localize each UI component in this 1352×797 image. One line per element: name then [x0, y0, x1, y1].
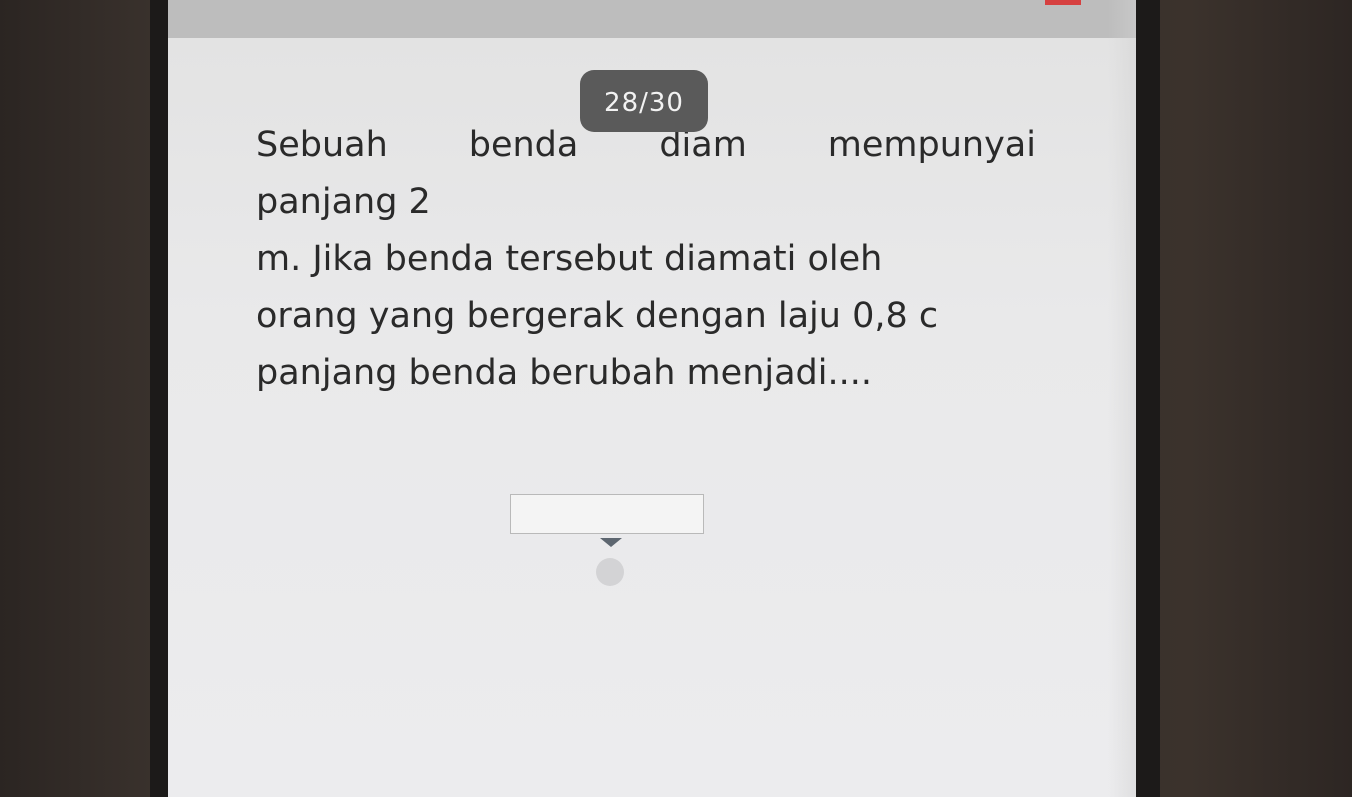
- dropdown-caret-icon[interactable]: [600, 538, 622, 547]
- screen-edge: [1108, 0, 1136, 797]
- question-line-3: m. Jika benda tersebut diamati oleh: [256, 239, 883, 279]
- cursor-dot-icon: [596, 558, 624, 586]
- status-indicator: [1045, 0, 1081, 5]
- status-bar: [168, 0, 1136, 38]
- question-line-4: orang yang bergerak dengan laju 0,8 c: [256, 296, 939, 336]
- question-progress-text: 28/30: [604, 88, 684, 118]
- question-line-2: panjang 2: [256, 182, 431, 222]
- question-word: mempunyai: [827, 125, 1036, 165]
- answer-input[interactable]: [510, 494, 704, 534]
- question-word: benda: [468, 125, 579, 165]
- question-line-5: panjang benda berubah menjadi....: [256, 353, 872, 393]
- question-progress-badge: 28/30: [580, 70, 708, 132]
- quiz-screen: Sebuah benda diam mempunyai panjang 2 m.…: [168, 0, 1136, 797]
- question-text: Sebuah benda diam mempunyai panjang 2 m.…: [256, 117, 1036, 402]
- question-word: Sebuah: [256, 125, 388, 165]
